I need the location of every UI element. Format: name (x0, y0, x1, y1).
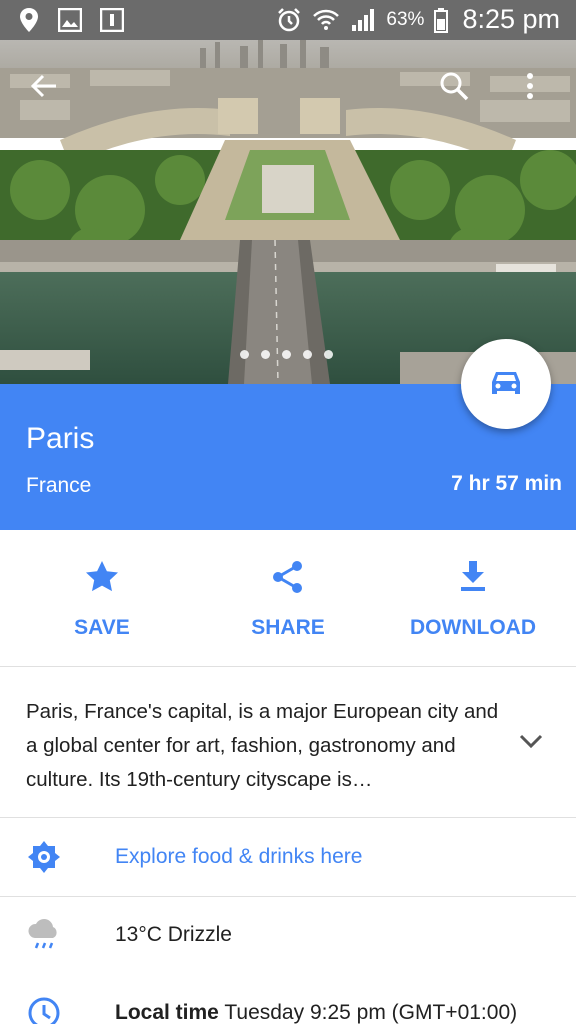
weather-label: 13°C Drizzle (115, 923, 232, 946)
page-dot[interactable] (324, 350, 333, 359)
local-time-value: Tuesday 9:25 pm (GMT+01:00) (224, 1001, 518, 1024)
more-options-button[interactable] (512, 70, 548, 106)
save-button[interactable]: SAVE (12, 530, 192, 667)
search-button[interactable] (436, 70, 472, 106)
share-button[interactable]: SHARE (198, 530, 378, 667)
share-icon (272, 560, 304, 599)
car-icon (490, 368, 522, 401)
location-pin-icon (18, 7, 40, 33)
directions-button[interactable] (461, 339, 551, 429)
local-time-row: Local time Tuesday 9:25 pm (GMT+01:00) (0, 975, 576, 1024)
battery-percentage: 63% (386, 8, 425, 30)
page-dot[interactable] (303, 350, 312, 359)
star-icon (85, 560, 119, 597)
description-text: Paris, France's capital, is a major Euro… (26, 700, 499, 791)
status-bar: 63% 8:25 pm (0, 0, 576, 40)
place-country: France (26, 474, 92, 497)
paris-aerial-photo (0, 40, 576, 384)
clock-icon (27, 996, 61, 1024)
drizzle-icon (26, 918, 62, 957)
back-arrow-icon (30, 72, 58, 105)
battery-icon (434, 7, 449, 33)
local-time-label: Local time Tuesday 9:25 pm (GMT+01:00) (115, 1001, 517, 1024)
wifi-icon (312, 7, 340, 33)
alarm-icon (276, 7, 302, 33)
download-label: DOWNLOAD (410, 616, 536, 639)
explore-row[interactable]: Explore food & drinks here (0, 819, 576, 897)
status-clock: 8:25 pm (462, 4, 560, 34)
page-dot[interactable] (261, 350, 270, 359)
back-button[interactable] (26, 70, 62, 106)
save-label: SAVE (74, 616, 130, 639)
page-dot[interactable] (282, 350, 291, 359)
weather-row: 13°C Drizzle (0, 897, 576, 975)
drive-time: 7 hr 57 min (451, 472, 562, 495)
action-bar: SAVE SHARE DOWNLOAD (0, 530, 576, 667)
local-time-prefix: Local time (115, 1001, 219, 1024)
explore-label: Explore food & drinks here (115, 845, 363, 868)
photo-page-indicator (240, 350, 333, 359)
download-button[interactable]: DOWNLOAD (383, 530, 563, 667)
image-icon (58, 8, 82, 32)
search-icon (439, 71, 469, 106)
signal-icon (350, 7, 376, 33)
place-title: Paris (26, 422, 95, 455)
chevron-down-icon[interactable] (518, 733, 544, 754)
page-dot[interactable] (240, 350, 249, 359)
explore-icon (27, 840, 61, 879)
share-label: SHARE (251, 616, 325, 639)
download-icon (459, 560, 487, 597)
calendar-icon (100, 8, 124, 32)
place-description[interactable]: Paris, France's capital, is a major Euro… (0, 667, 576, 818)
hero-photo[interactable] (0, 40, 576, 384)
more-vert-icon (526, 72, 534, 105)
